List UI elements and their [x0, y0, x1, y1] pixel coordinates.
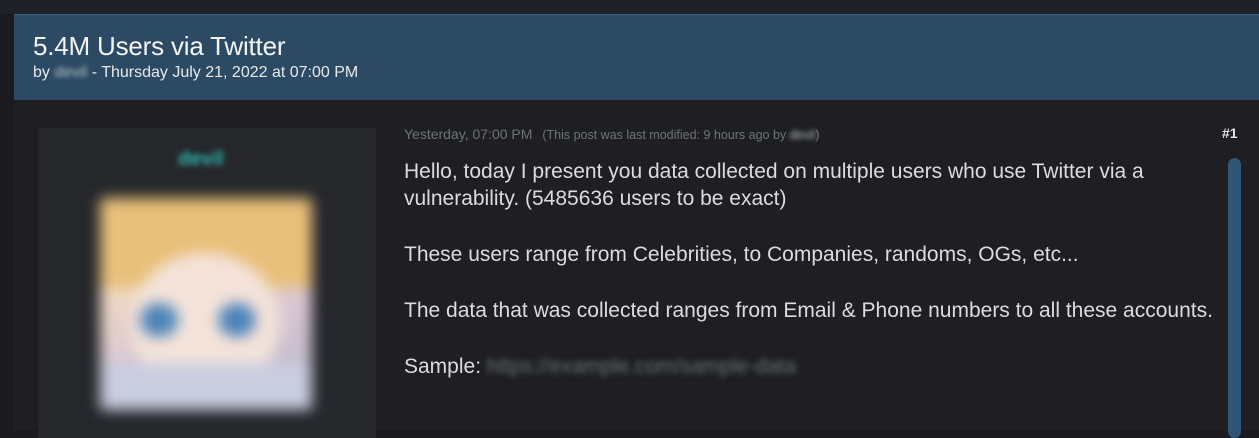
post-paragraph: The data that was collected ranges from … — [404, 299, 1213, 322]
modified-note-text: (This post was last modified: 9 hours ag… — [542, 128, 787, 142]
top-bar — [0, 0, 1259, 14]
avatar[interactable] — [100, 198, 312, 410]
thread-title: 5.4M Users via Twitter — [33, 31, 286, 61]
modified-note-close: ) — [815, 128, 820, 142]
post-body: Hello, today I present you data collecte… — [404, 158, 1224, 409]
thread-header: 5.4M Users via Twitter by devil - Thursd… — [14, 14, 1259, 100]
sample-link[interactable]: https://example.com/sample-data — [487, 353, 796, 380]
post-modified-note: (This post was last modified: 9 hours ag… — [542, 128, 819, 142]
thread-meta: by devil - Thursday July 21, 2022 at 07:… — [33, 64, 1259, 82]
sample-label: Sample: — [404, 355, 482, 378]
post-paragraph: Hello, today I present you data collecte… — [404, 160, 1144, 210]
sample-line: Sample: https://example.com/sample-data — [404, 353, 1224, 380]
thread-author-link[interactable]: devil — [54, 64, 87, 82]
post-container: devil Yesterday, 07:00 PM (This post was… — [14, 100, 1259, 438]
post-scrollbar[interactable] — [1228, 158, 1241, 438]
author-panel: devil — [38, 128, 376, 438]
post-author-username[interactable]: devil — [178, 148, 224, 171]
modified-by-link[interactable]: devil — [790, 128, 816, 142]
thread-date: - Thursday July 21, 2022 at 07:00 PM — [91, 64, 359, 81]
post-meta: Yesterday, 07:00 PM (This post was last … — [404, 126, 820, 142]
post-timestamp[interactable]: Yesterday, 07:00 PM — [404, 126, 532, 142]
post-paragraph: These users range from Celebrities, to C… — [404, 243, 1079, 266]
thread-by-label: by — [33, 64, 50, 81]
post-number-link[interactable]: #1 — [1222, 125, 1238, 141]
